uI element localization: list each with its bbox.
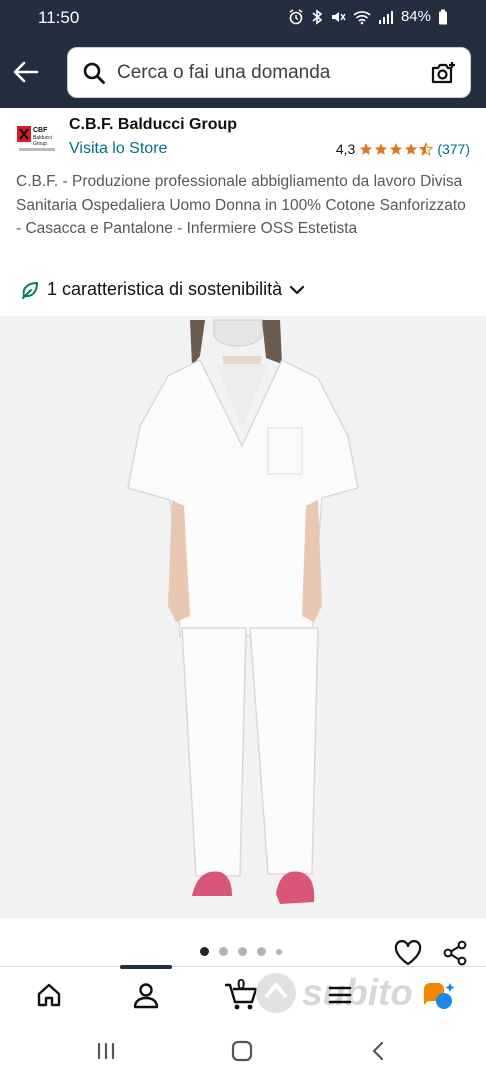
product-photo — [0, 316, 486, 918]
cart-count: 0 — [237, 976, 246, 993]
pagination-dot[interactable] — [238, 947, 247, 956]
sustainability-label: 1 caratteristica di sostenibilità — [47, 279, 283, 299]
sustainability-toggle[interactable]: 1 caratteristica di sostenibilità — [20, 279, 305, 300]
back-arrow-icon — [13, 61, 39, 83]
product-image[interactable] — [0, 316, 486, 918]
brand-name[interactable]: C.B.F. Balducci Group — [69, 116, 237, 134]
mute-icon — [331, 11, 346, 22]
rating-value: 4,3 — [335, 141, 356, 157]
search-placeholder: Cerca o fai una domanda — [117, 62, 331, 83]
bluetooth-icon — [312, 8, 323, 25]
app-header: Cerca o fai una domanda — [0, 36, 486, 108]
pagination-dot[interactable] — [257, 947, 266, 956]
heart-icon[interactable] — [394, 940, 422, 966]
watermark-logo-icon — [256, 973, 296, 1013]
pagination-dot[interactable] — [219, 947, 228, 956]
rating-summary[interactable]: 4,3 (377) — [336, 141, 470, 157]
home-icon[interactable] — [35, 981, 63, 1009]
menu-icon[interactable] — [326, 981, 354, 1009]
search-bar[interactable]: Cerca o fai una domanda — [67, 47, 471, 98]
android-nav-bar — [0, 1024, 486, 1080]
rating-count: (377) — [437, 141, 470, 157]
star-icon — [405, 143, 418, 155]
product-title: C.B.F. - Produzione professionale abbigl… — [16, 173, 466, 238]
rufus-icon[interactable] — [420, 981, 456, 1011]
pagination-dot[interactable] — [276, 948, 282, 955]
star-icon — [375, 143, 388, 155]
star-half-icon — [419, 142, 434, 156]
leaf-icon — [22, 281, 38, 299]
star-icon — [360, 143, 373, 155]
status-bar: 11:50 84% — [0, 0, 486, 36]
image-pagination — [200, 947, 282, 956]
nav-active-indicator — [120, 965, 172, 969]
brand-logo[interactable]: CBF Balducci Group — [16, 120, 58, 154]
star-rating — [359, 142, 434, 156]
bottom-nav: 0 subito — [0, 965, 486, 1024]
svg-text:CBF: CBF — [33, 127, 48, 134]
wifi-icon — [353, 10, 371, 24]
brand-row: CBF Balducci Group C.B.F. Balducci Group… — [0, 108, 486, 166]
camera-icon[interactable] — [430, 60, 457, 87]
status-time: 11:50 — [38, 8, 80, 27]
share-icon[interactable] — [442, 940, 468, 966]
watermark-text: subito — [302, 972, 413, 1013]
back-nav-icon[interactable] — [368, 1040, 388, 1062]
recent-apps-icon[interactable] — [95, 1040, 117, 1062]
pagination-dot-active[interactable] — [200, 947, 209, 956]
battery-percent: 84% — [400, 8, 431, 25]
signal-icon — [378, 10, 393, 24]
star-icon — [390, 143, 403, 155]
home-button-icon[interactable] — [230, 1040, 254, 1062]
search-icon — [83, 62, 105, 84]
battery-icon — [439, 9, 447, 24]
svg-text:Group: Group — [33, 141, 47, 147]
back-button[interactable] — [10, 56, 42, 88]
chevron-down-icon — [290, 285, 305, 294]
status-icons: 84% — [288, 8, 448, 25]
visit-store-link[interactable]: Visita lo Store — [69, 140, 167, 158]
account-icon[interactable] — [132, 981, 160, 1009]
alarm-icon — [289, 8, 303, 24]
